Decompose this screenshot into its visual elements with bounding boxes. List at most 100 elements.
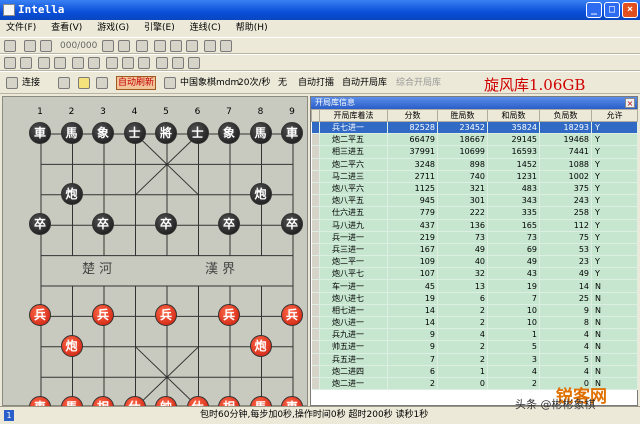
black-piece[interactable]: 象 [92,122,114,144]
close-button[interactable]: × [622,2,638,18]
table-row[interactable]: 相三进五 37991 10699 16593 7441 Y [311,145,638,159]
page-icon[interactable] [164,77,176,89]
col-header-losses[interactable]: 负局数 [539,109,592,122]
open-icon[interactable] [4,40,16,52]
table-cell: Y [591,206,638,220]
magnifier-icon[interactable] [96,77,108,89]
table-row[interactable]: 兵七进一 82528 23452 35824 18293 Y [311,121,638,135]
book-title: 旋风库1.06GB [484,76,586,94]
black-piece[interactable]: 車 [29,122,51,144]
table-row[interactable]: 炮八进七 19 6 7 25 N [311,292,638,305]
col-header-wins[interactable]: 胜局数 [437,109,488,122]
black-piece[interactable]: 車 [281,122,303,144]
table-cell: 258 [539,206,592,220]
table-cell: 7441 [539,145,592,159]
record-icon[interactable] [138,57,150,69]
auto-hit-button[interactable]: 自动打擂 [298,77,334,90]
next-move-icon[interactable] [102,40,114,52]
copy-icon[interactable] [170,40,182,52]
paste-icon[interactable] [186,40,198,52]
menu-game[interactable]: 游戏(G) [91,20,135,37]
table-cell: 29145 [487,133,540,147]
stop-icon[interactable] [88,57,100,69]
table-row[interactable]: 炮二平六 3248 898 1452 1088 Y [311,158,638,171]
menu-connect[interactable]: 连线(C) [184,20,227,37]
play-icon[interactable] [136,40,148,52]
table-row[interactable]: 炮八平七 107 32 43 49 Y [311,267,638,281]
board-icon[interactable] [154,40,166,52]
table-row[interactable]: 相七进一 14 2 10 9 N [311,304,638,318]
table-row[interactable]: 帅五进一 9 2 5 4 N [311,340,638,354]
table-cell: 1002 [539,170,592,183]
table-row[interactable]: 车一进一 45 13 19 14 N [311,279,638,293]
first-move-icon[interactable] [24,40,36,52]
link-icon[interactable] [58,77,70,89]
auto-refresh-button[interactable]: 自动刷新 [116,76,156,90]
monitor-icon[interactable] [122,57,134,69]
table-row[interactable]: 兵一进一 219 73 73 75 Y [311,231,638,244]
black-piece[interactable]: 炮 [60,182,83,205]
menu-engine[interactable]: 引擎(E) [138,20,181,37]
table-row[interactable]: 炮二平一 109 40 49 23 Y [311,255,638,269]
red-piece[interactable]: 炮 [60,334,83,357]
flip-board-icon[interactable] [20,57,32,69]
col-header-score[interactable]: 分数 [387,109,438,122]
book-panel: 开局库信息 × 开局库着法 分数 胜局数 和局数 负局数 允许 兵七进一 8252… [310,96,638,406]
panel-close-button[interactable]: × [625,98,635,108]
black-piece[interactable]: 將 [155,122,177,144]
table-row[interactable]: 炮八平五 945 301 343 243 Y [311,194,638,208]
col-header-draws[interactable]: 和局数 [487,109,540,122]
connect-icon[interactable] [6,77,18,89]
search-icon[interactable] [156,57,168,69]
black-piece[interactable]: 馬 [249,122,272,144]
column-number: 7 [226,107,232,117]
info-icon[interactable] [220,40,232,52]
table-cell: 炮二平五 [319,133,388,147]
auto-book-button[interactable]: 自动开局库 [342,77,387,90]
table-cell: Y [591,182,638,196]
table-row[interactable]: 马二进三 2711 740 1231 1002 Y [311,170,638,183]
menu-view[interactable]: 查看(V) [45,20,88,37]
maximize-button[interactable]: □ [604,2,620,18]
menu-file[interactable]: 文件(F) [0,20,42,37]
table-cell: 兵七进一 [319,121,388,135]
new-game-icon[interactable] [4,57,16,69]
black-piece[interactable]: 炮 [249,182,272,205]
table-row[interactable]: 炮二进四 6 1 4 4 N [311,365,638,378]
col-header-allow[interactable]: 允许 [591,109,638,122]
black-piece[interactable]: 馬 [60,122,83,144]
table-row[interactable]: 炮二平五 66479 18667 29145 19468 Y [311,133,638,147]
database-icon[interactable] [172,57,184,69]
help-icon[interactable] [188,57,200,69]
table-cell: 43 [487,267,540,281]
table-row[interactable]: 兵三进一 167 49 69 53 Y [311,243,638,257]
clock-icon[interactable] [72,57,84,69]
row-header [311,328,320,342]
table-row[interactable]: 兵九进一 9 4 1 4 N [311,328,638,342]
table-row[interactable]: 炮八平六 1125 321 483 375 Y [311,182,638,196]
black-piece[interactable]: 士 [186,122,209,144]
prev-move-icon[interactable] [40,40,52,52]
undo-icon[interactable] [38,57,50,69]
minimize-button[interactable]: _ [586,2,602,18]
last-move-icon[interactable] [118,40,130,52]
capture-icon[interactable] [78,77,90,89]
table-cell: 18667 [437,133,488,147]
table-row[interactable]: 兵五进一 7 2 3 5 N [311,353,638,366]
analyze-icon[interactable] [106,57,118,69]
table-row[interactable]: 马八进九 437 136 165 112 Y [311,219,638,232]
connect-label[interactable]: 连接 [22,77,40,90]
table-cell: N [591,365,638,378]
redo-icon[interactable] [54,57,66,69]
table-cell: Y [591,194,638,208]
table-cell: 107 [387,267,438,281]
table-row[interactable]: 炮八进一 14 2 10 8 N [311,316,638,330]
settings-icon[interactable] [204,40,216,52]
compose-book-button[interactable]: 综合开局库 [396,77,441,90]
table-row[interactable]: 仕六进五 779 222 335 258 Y [311,206,638,220]
black-piece[interactable]: 士 [123,122,146,144]
red-piece[interactable]: 炮 [249,334,272,357]
col-header-move[interactable]: 开局库着法 [319,109,388,122]
menu-help[interactable]: 帮助(H) [230,20,274,37]
black-piece[interactable]: 象 [218,122,240,144]
